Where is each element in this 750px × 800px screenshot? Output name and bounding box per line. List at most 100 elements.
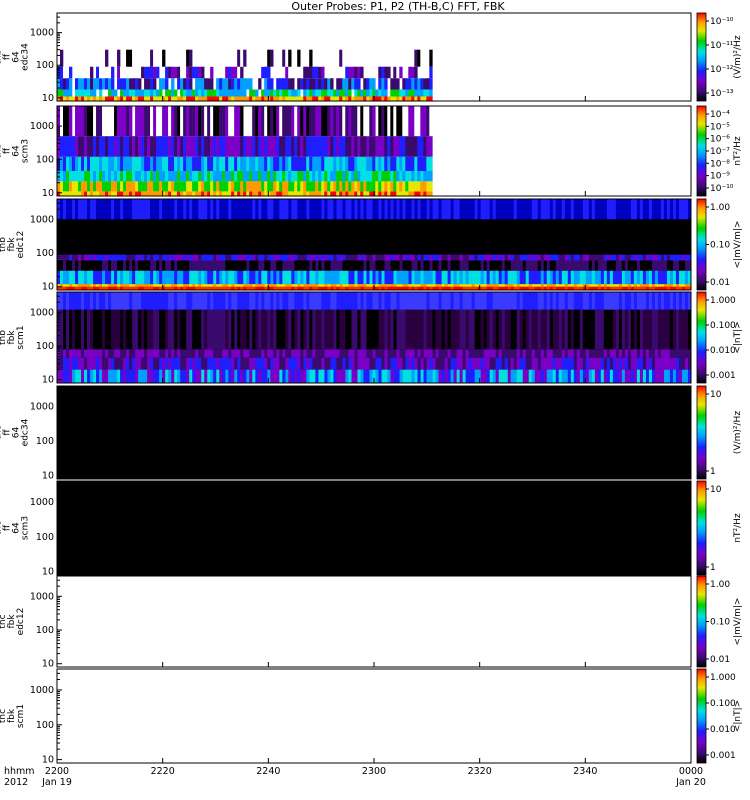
spectrogram-cell: [261, 199, 265, 220]
spectrogram-cell: [153, 199, 157, 220]
spectrogram-cell: [312, 106, 316, 137]
spectrogram-cell: [369, 357, 373, 370]
colorbar-tick-label: 1.000: [710, 673, 736, 683]
spectrogram-cell: [225, 191, 229, 196]
spectrogram-cell: [156, 170, 160, 182]
x-date-label: Jan 19: [41, 777, 72, 788]
spectrogram-cell: [618, 284, 623, 287]
spectrogram-cell: [546, 219, 551, 255]
spectrogram-cell: [669, 292, 674, 310]
spectrogram-cell: [123, 170, 127, 182]
spectrogram-cell: [492, 349, 496, 358]
spectrogram-cell: [339, 219, 343, 255]
spectrogram-cell: [78, 260, 82, 271]
spectrogram-cell: [402, 254, 406, 261]
spectrogram-cell: [312, 260, 316, 271]
spectrogram-cell: [198, 156, 202, 171]
spectrogram-cell: [180, 96, 184, 101]
spectrogram-cell: [522, 357, 527, 370]
spectrogram-cell: [261, 292, 265, 310]
spectrogram-cell: [678, 199, 683, 220]
spectrogram-cell: [273, 260, 277, 271]
spectrogram-cell: [270, 78, 274, 90]
spectrogram-cell: [198, 170, 202, 182]
spectrogram-cell: [153, 49, 157, 67]
spectrogram-cell: [288, 191, 292, 196]
spectrogram-cell: [354, 156, 358, 171]
spectrogram-cell: [261, 170, 265, 182]
colorbar-tick-label: 0.01: [710, 278, 730, 288]
spectrogram-cell: [81, 96, 85, 101]
spectrogram-cell: [231, 284, 235, 287]
spectrogram-cell: [477, 219, 481, 255]
spectrogram-cell: [648, 284, 653, 287]
spectrogram-cell: [555, 357, 560, 370]
spectrogram-cell: [204, 136, 208, 157]
spectrogram-cell: [309, 270, 313, 285]
spectrogram-cell: [81, 309, 85, 350]
spectrogram-cell: [225, 170, 229, 182]
spectrogram-cell: [372, 106, 376, 137]
spectrogram-cell: [216, 254, 220, 261]
spectrogram-cell: [345, 106, 349, 137]
spectrogram-cell: [213, 181, 217, 192]
spectrogram-cell: [348, 96, 352, 101]
spectrogram-cell: [318, 156, 322, 171]
spectrogram-cell: [468, 260, 472, 271]
spectrogram-cell: [150, 89, 154, 97]
spectrogram-cell: [525, 219, 530, 255]
spectrogram-cell: [393, 181, 397, 192]
spectrogram-cell: [345, 260, 349, 271]
spectrogram-cell: [204, 96, 208, 101]
spectrogram-cell: [126, 89, 130, 97]
spectrogram-cell: [621, 219, 626, 255]
spectrogram-cell: [303, 369, 307, 383]
spectrogram-cell: [330, 170, 334, 182]
spectrogram-cell: [612, 219, 617, 255]
spectrogram-cell: [198, 219, 202, 255]
spectrogram-cell: [132, 199, 136, 220]
spectrogram-cell: [219, 254, 223, 261]
colorbar-tick-label: 1.00: [710, 580, 730, 590]
spectrogram-cell: [348, 349, 352, 358]
y-tick-label: 10: [42, 659, 54, 670]
spectrogram-cell: [207, 191, 211, 196]
spectrogram-cell: [441, 270, 445, 285]
spectrogram-cell: [498, 284, 503, 287]
spectrogram-cell: [243, 349, 247, 358]
spectrogram-cell: [168, 89, 172, 97]
spectrogram-cell: [489, 254, 493, 261]
spectrogram-cell: [144, 260, 148, 271]
spectrogram-cell: [84, 292, 88, 310]
spectrogram-cell: [684, 270, 689, 285]
spectrogram-cell: [534, 369, 539, 383]
spectrogram-cell: [582, 309, 587, 350]
spectrogram-cell: [294, 260, 298, 271]
spectrogram-cell: [321, 357, 325, 370]
spectrogram-cell: [282, 136, 286, 157]
spectrogram-cell: [387, 199, 391, 220]
spectrogram-cell: [660, 260, 665, 271]
spectrogram-cell: [372, 156, 376, 171]
spectrogram-cell: [150, 292, 154, 310]
spectrogram-cell: [246, 254, 250, 261]
spectrogram-cell: [162, 181, 166, 192]
spectrogram-cell: [477, 309, 481, 350]
spectrogram-cell: [369, 89, 373, 97]
spectrogram-cell: [180, 270, 184, 285]
spectrogram-cell: [405, 309, 409, 350]
panel-label-line: scm1: [16, 704, 26, 728]
spectrogram-cell: [171, 96, 175, 101]
spectrogram-cell: [213, 170, 217, 182]
spectrogram-cell: [261, 369, 265, 383]
spectrogram-cell: [465, 309, 469, 350]
spectrogram-cell: [384, 96, 388, 101]
spectrogram-cell: [504, 219, 509, 255]
spectrogram-cell: [234, 66, 238, 79]
spectrogram-cell: [648, 357, 653, 370]
spectrogram-cell: [549, 199, 554, 220]
spectrogram-cell: [120, 260, 124, 271]
spectrogram-cell: [411, 170, 415, 182]
spectrogram-cell: [132, 181, 136, 192]
spectrogram-cell: [483, 270, 487, 285]
